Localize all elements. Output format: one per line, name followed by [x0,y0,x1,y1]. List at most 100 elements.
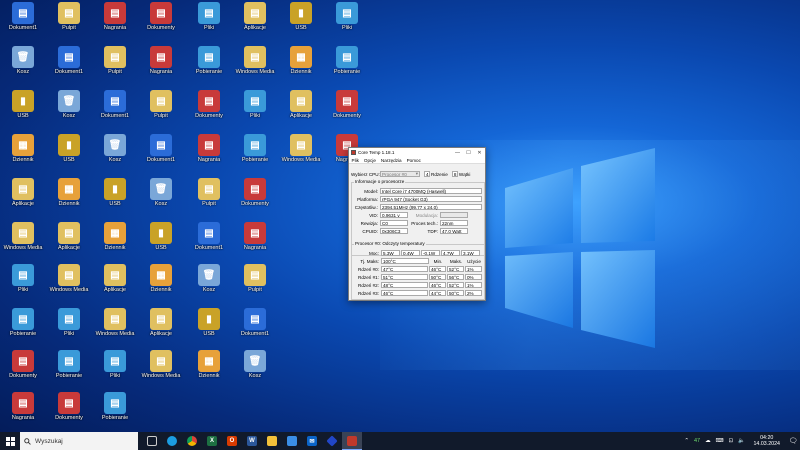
desktop-shortcut[interactable]: ▤ Pulpit [92,44,138,86]
desktop-shortcut[interactable]: ▤ Windows Media [92,306,138,348]
taskbar-file-explorer[interactable] [262,432,282,450]
desktop-shortcut[interactable]: ▤ Pobieranie [46,348,92,390]
desktop-shortcut[interactable]: 🗑 Kosz [46,88,92,130]
desktop-shortcut[interactable]: ▤ Dokument1 [92,88,138,130]
desktop-shortcut[interactable]: ▤ Dokument1 [138,132,184,174]
desktop-shortcut[interactable]: ▤ Pobieranie [186,44,232,86]
desktop-shortcut[interactable]: ▤ Dokumenty [46,390,92,432]
desktop-shortcut[interactable]: ▤ Aplikacje [278,88,324,130]
desktop-shortcut[interactable]: ▤ Pulpit [186,176,232,218]
desktop-shortcut[interactable]: ▤ Windows Media [46,262,92,304]
desktop-shortcut[interactable]: ▦ Dziennik [92,220,138,262]
desktop-shortcut[interactable]: ▮ USB [92,176,138,218]
taskbar-coretemp[interactable] [342,432,362,450]
network-icon[interactable]: ⊡ [729,438,734,444]
desktop-shortcut[interactable]: ▤ Aplikacje [0,176,46,218]
desktop-shortcut[interactable]: ▦ Dziennik [138,262,184,304]
desktop-shortcut[interactable]: ▤ Aplikacje [92,262,138,304]
taskbar-word[interactable]: W [242,432,262,450]
keyboard-icon[interactable]: ⌨ [716,438,724,444]
desktop-shortcut[interactable]: ▤ Pobieranie [0,306,46,348]
desktop-shortcut[interactable]: ▮ USB [138,220,184,262]
taskbar-excel[interactable]: X [202,432,222,450]
taskbar-edge[interactable] [162,432,182,450]
desktop-shortcut[interactable]: ▤ Pliki [324,0,370,42]
taskbar-app-blue[interactable] [322,432,342,450]
search-box[interactable]: Wyszukaj [20,432,138,450]
desktop-shortcut[interactable]: ▤ Pulpit [232,262,278,304]
menu-file[interactable]: Plik [349,158,361,163]
tjmax-value: 100°C [381,258,429,264]
onedrive-icon[interactable]: ☁ [705,438,711,444]
desktop-shortcut[interactable]: ▦ Dziennik [186,348,232,390]
taskbar-office[interactable]: O [222,432,242,450]
shortcut-icon: ▮ [12,90,34,112]
tray-temperature[interactable]: 47 [694,438,700,444]
desktop-shortcut[interactable]: ▤ Windows Media [138,348,184,390]
desktop-shortcut[interactable]: ▮ USB [0,88,46,130]
desktop-shortcut[interactable]: 🗑 Kosz [92,132,138,174]
desktop-shortcut[interactable]: ▤ Pliki [92,348,138,390]
desktop-shortcut[interactable]: ▮ USB [46,132,92,174]
desktop-shortcut[interactable]: ▤ Dokumenty [186,88,232,130]
desktop-shortcut[interactable]: ▤ Dokument1 [46,44,92,86]
desktop-shortcut[interactable]: ▤ Dokumenty [232,176,278,218]
cpu-select[interactable]: Procesor #0 ▾ [380,171,420,177]
desktop-shortcut[interactable]: ▤ Nagrania [92,0,138,42]
desktop-shortcut[interactable]: ▤ Nagrania [232,220,278,262]
menu-options[interactable]: Opcje [361,158,378,163]
desktop-shortcut[interactable]: ▤ Pliki [186,0,232,42]
chevron-up-icon[interactable]: ⌃ [684,438,689,444]
notification-button[interactable]: 🗨 [786,432,800,450]
maximize-icon[interactable]: ☐ [463,150,474,156]
desktop-shortcut[interactable]: ▤ Aplikacje [232,0,278,42]
clock[interactable]: 04:20 14.03.2024 [753,435,780,448]
desktop-shortcut[interactable]: ▤ Pulpit [138,88,184,130]
desktop-shortcut[interactable]: 🗑 Kosz [232,348,278,390]
shortcut-label: Pobieranie [195,69,223,75]
desktop-shortcut[interactable]: ▮ USB [186,306,232,348]
taskbar-chrome[interactable] [182,432,202,450]
desktop-shortcut[interactable]: ▤ Dokumenty [324,88,370,130]
desktop-shortcut[interactable]: ▤ Aplikacje [46,220,92,262]
desktop-shortcut[interactable]: ▦ Dziennik [46,176,92,218]
desktop-shortcut[interactable]: ▤ Windows Media [278,132,324,174]
shortcut-label: Pobieranie [55,373,83,379]
desktop-shortcut[interactable]: ▤ Nagrania [186,132,232,174]
volume-icon[interactable]: 🔈 [738,438,745,444]
taskbar-mail[interactable]: ✉ [302,432,322,450]
desktop-shortcut[interactable]: ▤ Pliki [232,88,278,130]
start-button[interactable] [0,432,20,450]
desktop-shortcut[interactable]: ▤ Windows Media [0,220,46,262]
desktop-shortcut[interactable]: 🗑 Kosz [138,176,184,218]
desktop-shortcut[interactable]: ▤ Aplikacje [138,306,184,348]
coretemp-window[interactable]: Core Temp 1.18.1 — ☐ ✕ Plik Opcje Narzęd… [348,147,486,301]
desktop-shortcut[interactable]: ▤ Nagrania [0,390,46,432]
desktop-shortcut[interactable]: ▦ Dziennik [0,132,46,174]
desktop-shortcut[interactable]: ▤ Nagrania [138,44,184,86]
desktop-shortcut[interactable]: ▮ USB [278,0,324,42]
shortcut-label: Dokument1 [100,113,130,119]
minimize-icon[interactable]: — [452,150,463,156]
desktop-shortcut[interactable]: ▤ Pobieranie [92,390,138,432]
coretemp-titlebar[interactable]: Core Temp 1.18.1 — ☐ ✕ [349,148,485,157]
desktop-shortcut[interactable]: ▤ Pliki [0,262,46,304]
menu-tools[interactable]: Narzędzia [378,158,404,163]
taskbar-store[interactable] [282,432,302,450]
desktop-shortcut[interactable]: 🗑 Kosz [186,262,232,304]
desktop-shortcut[interactable]: ▤ Dokument1 [232,306,278,348]
desktop-shortcut[interactable]: 🗑 Kosz [0,44,46,86]
desktop-shortcut[interactable]: ▤ Pobieranie [232,132,278,174]
menu-help[interactable]: Pomoc [404,158,423,163]
task-view-button[interactable] [142,432,162,450]
desktop-shortcut[interactable]: ▤ Pulpit [46,0,92,42]
desktop-shortcut[interactable]: ▤ Dokument1 [0,0,46,42]
desktop-shortcut[interactable]: ▤ Windows Media [232,44,278,86]
desktop-shortcut[interactable]: ▤ Pobieranie [324,44,370,86]
desktop-shortcut[interactable]: ▤ Pliki [46,306,92,348]
desktop-shortcut[interactable]: ▤ Dokument1 [186,220,232,262]
close-icon[interactable]: ✕ [474,150,485,156]
desktop-shortcut[interactable]: ▤ Dokumenty [138,0,184,42]
desktop-shortcut[interactable]: ▦ Dziennik [278,44,324,86]
desktop-shortcut[interactable]: ▤ Dokumenty [0,348,46,390]
